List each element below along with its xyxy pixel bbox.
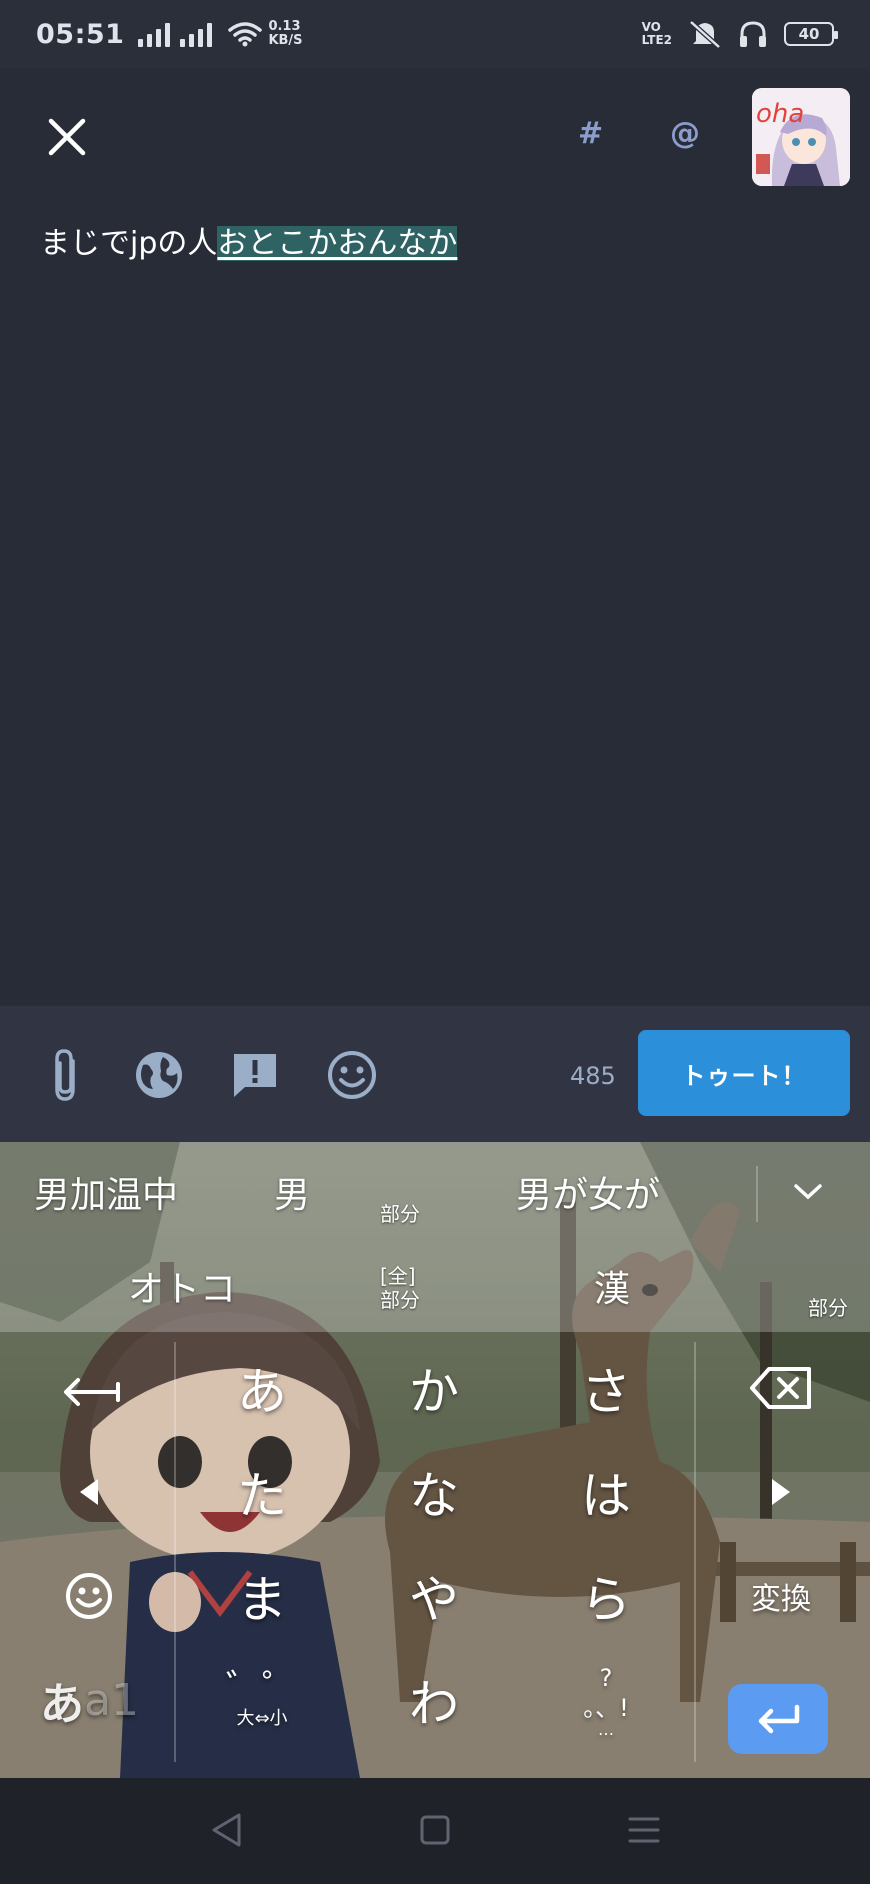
nav-recents-button[interactable] bbox=[622, 1808, 666, 1852]
home-square-icon bbox=[420, 1815, 450, 1845]
key-ra[interactable]: ら bbox=[520, 1544, 692, 1648]
key-a[interactable]: あ bbox=[176, 1336, 348, 1440]
punct-bottom-label: … bbox=[598, 1720, 614, 1739]
candidate-1[interactable]: 男加温中 bbox=[34, 1166, 178, 1218]
keyboard: 男加温中 男 男が女が 部分 オトコ [全] 部分 漢 部分 あ a1 あ か … bbox=[0, 1142, 870, 1778]
chevron-down-icon bbox=[794, 1184, 822, 1200]
full-label: [全] bbox=[380, 1264, 416, 1288]
dakuten-label: ゛゜ bbox=[225, 1668, 298, 1709]
volte-indicator: VO LTE2 bbox=[642, 21, 672, 47]
mode-kana-label: あ bbox=[40, 1679, 84, 1730]
wifi-icon bbox=[228, 22, 263, 47]
battery-icon: 40 bbox=[784, 22, 838, 46]
candidate-5[interactable]: 漢 bbox=[594, 1260, 630, 1312]
close-icon bbox=[48, 118, 86, 156]
cursor-left-key[interactable] bbox=[4, 1440, 174, 1544]
status-bar: 05:51 0.13 KB/S VO LTE2 40 bbox=[0, 0, 870, 68]
emoji-key[interactable] bbox=[4, 1544, 174, 1648]
key-punctuation[interactable]: ? 。、! … bbox=[520, 1648, 692, 1752]
expand-candidates-button[interactable] bbox=[792, 1182, 824, 1206]
headphones-icon bbox=[740, 21, 766, 47]
key-ta[interactable]: た bbox=[176, 1440, 348, 1544]
visibility-button[interactable] bbox=[132, 1048, 186, 1102]
key-na[interactable]: な bbox=[348, 1440, 520, 1544]
enter-key[interactable] bbox=[728, 1684, 828, 1754]
compose-toolbar: 485 トゥート！ bbox=[0, 1006, 870, 1142]
navigation-bar bbox=[0, 1778, 870, 1884]
cursor-right-key[interactable] bbox=[696, 1440, 866, 1544]
key-ya[interactable]: や bbox=[348, 1544, 520, 1648]
nav-back-button[interactable] bbox=[204, 1808, 248, 1852]
candidate-2[interactable]: 男 bbox=[274, 1166, 310, 1218]
undo-arrow-icon bbox=[64, 1378, 120, 1406]
paperclip-icon bbox=[55, 1049, 75, 1101]
key-ka[interactable]: か bbox=[348, 1336, 520, 1440]
avatar-image: oha bbox=[752, 88, 850, 186]
back-triangle-icon bbox=[212, 1813, 241, 1847]
input-mode-key[interactable]: あ a1 bbox=[4, 1648, 174, 1752]
hashtag-button[interactable]: # bbox=[578, 116, 603, 151]
signal-icon bbox=[138, 21, 171, 47]
nav-home-button[interactable] bbox=[413, 1808, 457, 1852]
compose-header: # @ oha bbox=[0, 68, 870, 203]
convert-key[interactable]: 変換 bbox=[696, 1544, 866, 1648]
menu-lines-icon bbox=[628, 1817, 660, 1843]
key-ma[interactable]: ま bbox=[176, 1544, 348, 1648]
key-wa[interactable]: わ bbox=[348, 1648, 520, 1752]
partial-label-2[interactable]: 部分 bbox=[808, 1296, 848, 1320]
key-ha[interactable]: は bbox=[520, 1440, 692, 1544]
toot-button[interactable]: トゥート！ bbox=[638, 1030, 850, 1116]
globe-icon bbox=[136, 1052, 182, 1098]
volte-top: VO bbox=[641, 20, 661, 34]
mode-alpha-label: a1 bbox=[84, 1674, 139, 1726]
candidate-4[interactable]: オトコ bbox=[128, 1260, 236, 1312]
net-speed-value: 0.13 bbox=[268, 19, 301, 34]
punct-main-label: 。、! bbox=[583, 1694, 629, 1722]
partial-label-1: 部分 bbox=[380, 1202, 420, 1226]
key-sa[interactable]: さ bbox=[520, 1336, 692, 1440]
compose-textarea[interactable]: まじでjpの人おとこかおんなか bbox=[40, 222, 830, 266]
punct-top-label: ? bbox=[599, 1664, 613, 1692]
avatar[interactable]: oha bbox=[752, 88, 850, 186]
smiley-icon bbox=[328, 1051, 376, 1099]
triangle-left-icon bbox=[80, 1479, 98, 1505]
candidate-divider bbox=[756, 1166, 758, 1222]
warning-icon bbox=[234, 1054, 276, 1097]
battery-level: 40 bbox=[798, 25, 820, 43]
triangle-right-icon bbox=[772, 1479, 790, 1505]
character-counter: 485 bbox=[570, 1062, 616, 1090]
attach-button[interactable] bbox=[38, 1048, 92, 1102]
status-time: 05:51 bbox=[36, 18, 125, 50]
compose-committed-text: まじでjpの人 bbox=[40, 226, 218, 261]
backspace-key[interactable] bbox=[696, 1336, 866, 1440]
dakuten-sub-label: 大⇔小 bbox=[236, 1708, 288, 1729]
close-button[interactable] bbox=[42, 112, 92, 162]
content-warning-button[interactable] bbox=[228, 1048, 282, 1102]
candidate-3[interactable]: 男が女が bbox=[516, 1166, 660, 1218]
enter-icon bbox=[758, 1704, 800, 1734]
svg-text:oha: oha bbox=[756, 99, 804, 129]
key-dakuten[interactable]: ゛゜ 大⇔小 bbox=[176, 1648, 348, 1752]
full-partial-sub: 部分 bbox=[380, 1288, 420, 1312]
net-speed: 0.13 KB/S bbox=[268, 20, 302, 48]
smiley-icon bbox=[66, 1573, 112, 1619]
volte-bottom: LTE2 bbox=[641, 33, 672, 47]
net-speed-unit: KB/S bbox=[268, 33, 303, 48]
backspace-icon bbox=[750, 1367, 811, 1409]
full-partial-label[interactable]: [全] 部分 bbox=[380, 1264, 420, 1312]
mute-icon bbox=[689, 20, 721, 49]
mention-button[interactable]: @ bbox=[670, 116, 700, 151]
signal-icon-2 bbox=[180, 21, 213, 47]
undo-key[interactable] bbox=[4, 1336, 174, 1440]
compose-composing-text: おとこかおんなか bbox=[217, 226, 458, 261]
emoji-button[interactable] bbox=[325, 1048, 379, 1102]
